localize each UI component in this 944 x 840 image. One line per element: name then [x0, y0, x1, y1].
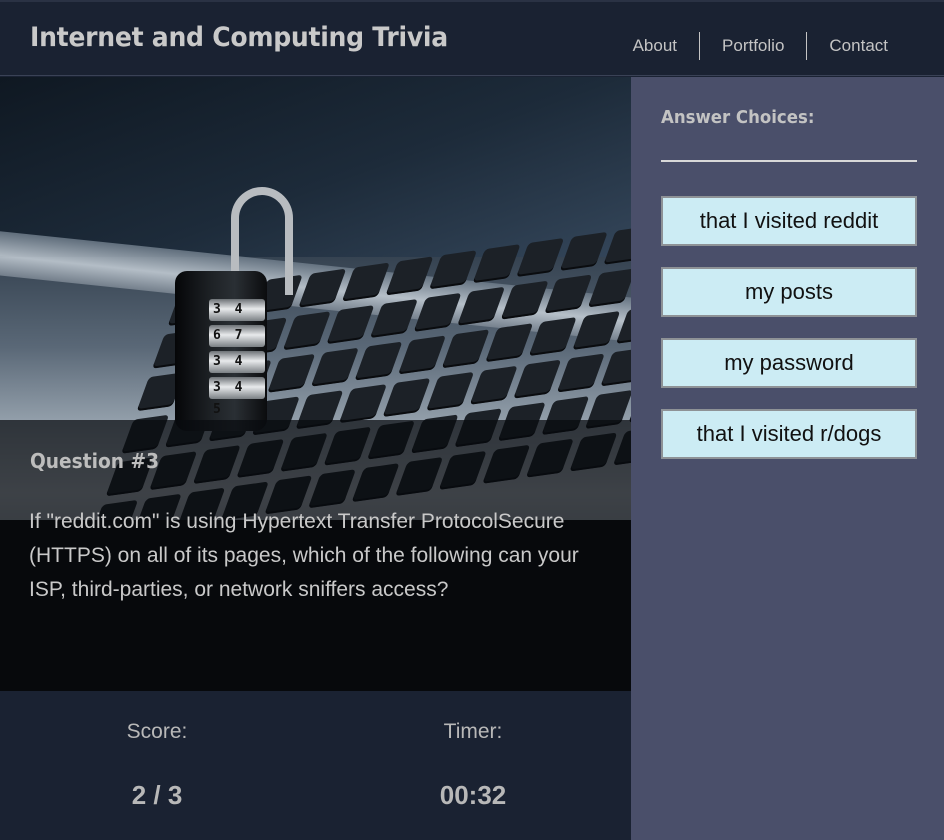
answer-choice-button[interactable]: my password [661, 338, 917, 388]
question-panel: 3 4 5 6 7 8 3 4 5 3 4 5 Question #3 If "… [0, 77, 631, 691]
nav-about-link[interactable]: About [611, 32, 699, 60]
keyboard-key [354, 341, 403, 381]
keyboard-key [267, 353, 316, 393]
question-number: Question #3 [30, 449, 160, 473]
site-header: Internet and Computing Trivia About Port… [0, 0, 944, 76]
divider [661, 160, 917, 162]
score-label: Score: [126, 720, 188, 743]
answer-choice-button[interactable]: that I visited reddit [661, 196, 917, 246]
answer-choices-title: Answer Choices: [661, 107, 815, 128]
site-title: Internet and Computing Trivia [30, 22, 448, 53]
nav-portfolio-link[interactable]: Portfolio [699, 32, 806, 60]
answer-choice-button[interactable]: that I visited r/dogs [661, 409, 917, 459]
keyboard-key [516, 238, 565, 278]
keyboard-key [572, 310, 621, 350]
keyboard-key [485, 323, 534, 363]
keyboard-key [326, 305, 375, 345]
timer-label: Timer: [443, 720, 503, 743]
laptop-screen [0, 77, 631, 257]
keyboard-key [559, 231, 608, 271]
keyboard-key [603, 225, 631, 265]
keyboard-key [298, 268, 347, 308]
keyboard-key [556, 353, 605, 393]
keyboard-key [600, 347, 631, 387]
keyboard-key [587, 268, 631, 308]
nav-contact-link[interactable]: Contact [806, 32, 910, 60]
keyboard-key [385, 256, 434, 296]
keyboard-key [413, 292, 462, 332]
keyboard-key [341, 262, 390, 302]
main-nav: About Portfolio Contact [611, 32, 910, 60]
score-value: 2 / 3 [131, 780, 183, 810]
keyboard-key [369, 298, 419, 339]
keyboard-key [472, 244, 521, 284]
keyboard-key [429, 250, 478, 290]
keyboard-key [338, 384, 388, 424]
keyboard-key [469, 365, 518, 405]
lock-dial: 3 4 5 [209, 351, 265, 391]
keyboard-key [282, 311, 331, 351]
lock-dial: 6 7 8 [209, 325, 265, 365]
keyboard-key [457, 286, 506, 326]
lock-dial: 3 4 5 [209, 299, 265, 339]
stats-bar: Score: 2 / 3 Timer: 00:32 [0, 691, 631, 840]
keyboard-key [310, 347, 359, 387]
padlock-icon: 3 4 5 6 7 8 3 4 5 3 4 5 [175, 185, 293, 435]
keyboard-key [528, 317, 577, 357]
padlock-body: 3 4 5 6 7 8 3 4 5 3 4 5 [175, 271, 267, 431]
answer-choice-button[interactable]: my posts [661, 267, 917, 317]
keyboard-key [382, 377, 431, 418]
answer-sidebar: Answer Choices: that I visited reddit my… [631, 77, 944, 840]
keyboard-key [398, 335, 447, 375]
keyboard-key [426, 371, 475, 411]
lock-dial: 3 4 5 [209, 377, 265, 417]
question-text: If "reddit.com" is using Hypertext Trans… [29, 510, 579, 601]
keyboard-key [544, 274, 593, 314]
keyboard-key [500, 280, 549, 320]
keyboard-key [441, 329, 490, 369]
timer-value: 00:32 [439, 780, 507, 810]
keyboard-key [513, 359, 562, 399]
